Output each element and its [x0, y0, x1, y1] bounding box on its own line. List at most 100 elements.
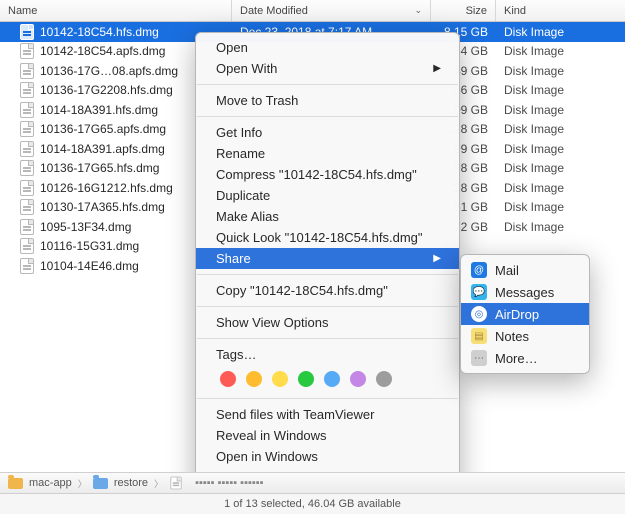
- tag-color-dot[interactable]: [350, 371, 366, 387]
- menu-tags[interactable]: Tags…: [196, 344, 459, 365]
- file-kind: Disk Image: [496, 200, 625, 214]
- menu-open-with[interactable]: Open With▶: [196, 58, 459, 79]
- menu-separator: [197, 306, 458, 307]
- tag-color-dot[interactable]: [298, 371, 314, 387]
- menu-compress[interactable]: Compress "10142-18C54.hfs.dmg": [196, 164, 459, 185]
- column-size[interactable]: Size: [431, 0, 496, 21]
- tag-color-dot[interactable]: [246, 371, 262, 387]
- tag-color-dot[interactable]: [376, 371, 392, 387]
- column-kind-label: Kind: [504, 5, 526, 17]
- file-icon: [20, 141, 34, 157]
- menu-get-info[interactable]: Get Info: [196, 122, 459, 143]
- file-kind: Disk Image: [496, 64, 625, 78]
- file-kind: Disk Image: [496, 103, 625, 117]
- menu-separator: [197, 274, 458, 275]
- menu-reveal-in-windows[interactable]: Reveal in Windows: [196, 425, 459, 446]
- menu-separator: [197, 116, 458, 117]
- mail-icon: @: [471, 262, 487, 278]
- column-name[interactable]: Name: [0, 0, 232, 21]
- menu-duplicate[interactable]: Duplicate: [196, 185, 459, 206]
- column-header: Name Date Modified⌄ Size Kind: [0, 0, 625, 22]
- folder-icon: [93, 478, 108, 489]
- column-kind[interactable]: Kind: [496, 0, 625, 21]
- share-notes[interactable]: ▤Notes: [461, 325, 589, 347]
- menu-teamviewer[interactable]: Send files with TeamViewer: [196, 404, 459, 425]
- file-icon: [20, 180, 34, 196]
- file-icon: [20, 63, 34, 79]
- file-name: 10136-17G…08.apfs.dmg: [40, 64, 178, 78]
- file-icon: [170, 477, 181, 490]
- column-date-label: Date Modified: [240, 5, 308, 17]
- status-text: 1 of 13 selected, 46.04 GB available: [224, 498, 401, 510]
- file-name: 10136-17G65.hfs.dmg: [40, 161, 159, 175]
- file-name: 10130-17A365.hfs.dmg: [40, 200, 165, 214]
- file-name: 1014-18A391.hfs.dmg: [40, 103, 158, 117]
- menu-open[interactable]: Open: [196, 37, 459, 58]
- file-icon: [20, 102, 34, 118]
- path-file-truncated: ▪▪▪▪▪ ▪▪▪▪▪ ▪▪▪▪▪▪: [195, 477, 264, 489]
- file-name: 10142-18C54.apfs.dmg: [40, 44, 165, 58]
- menu-share[interactable]: Share▶: [196, 248, 459, 269]
- file-name: 1095-13F34.dmg: [40, 220, 131, 234]
- status-bar: 1 of 13 selected, 46.04 GB available: [0, 494, 625, 514]
- menu-rename[interactable]: Rename: [196, 143, 459, 164]
- file-kind: Disk Image: [496, 142, 625, 156]
- file-icon: [20, 43, 34, 59]
- file-kind: Disk Image: [496, 122, 625, 136]
- path-folder[interactable]: restore: [114, 477, 148, 489]
- context-menu: Open Open With▶ Move to Trash Get Info R…: [195, 32, 460, 493]
- file-kind: Disk Image: [496, 44, 625, 58]
- tag-color-dot[interactable]: [324, 371, 340, 387]
- file-kind: Disk Image: [496, 83, 625, 97]
- chevron-right-icon: ▶: [433, 63, 441, 74]
- menu-separator: [197, 338, 458, 339]
- file-name: 10104-14E46.dmg: [40, 259, 139, 273]
- menu-open-in-windows[interactable]: Open in Windows: [196, 446, 459, 467]
- file-name: 10136-17G2208.hfs.dmg: [40, 83, 173, 97]
- tag-color-dot[interactable]: [272, 371, 288, 387]
- menu-copy[interactable]: Copy "10142-18C54.hfs.dmg": [196, 280, 459, 301]
- menu-move-to-trash[interactable]: Move to Trash: [196, 90, 459, 111]
- file-name: 10136-17G65.apfs.dmg: [40, 122, 166, 136]
- share-airdrop[interactable]: ◎AirDrop: [461, 303, 589, 325]
- messages-icon: 💬: [471, 284, 487, 300]
- tag-color-row: [196, 365, 459, 393]
- file-icon: [20, 24, 34, 40]
- file-name: 10126-16G1212.hfs.dmg: [40, 181, 173, 195]
- column-name-label: Name: [8, 5, 37, 17]
- file-icon: [20, 219, 34, 235]
- menu-separator: [197, 84, 458, 85]
- file-icon: [20, 121, 34, 137]
- file-name: 10142-18C54.hfs.dmg: [40, 25, 159, 39]
- chevron-right-icon: 〉: [154, 477, 163, 490]
- menu-show-view-options[interactable]: Show View Options: [196, 312, 459, 333]
- menu-separator: [197, 398, 458, 399]
- file-icon: [20, 258, 34, 274]
- path-bar: mac-app 〉 restore 〉 ▪▪▪▪▪ ▪▪▪▪▪ ▪▪▪▪▪▪: [0, 472, 625, 494]
- file-kind: Disk Image: [496, 161, 625, 175]
- share-submenu: @Mail 💬Messages ◎AirDrop ▤Notes ⋯More…: [460, 254, 590, 374]
- chevron-right-icon: 〉: [78, 477, 87, 490]
- file-kind: Disk Image: [496, 181, 625, 195]
- column-date[interactable]: Date Modified⌄: [232, 0, 431, 21]
- path-root[interactable]: mac-app: [29, 477, 72, 489]
- column-size-label: Size: [466, 5, 487, 17]
- more-icon: ⋯: [471, 350, 487, 366]
- menu-make-alias[interactable]: Make Alias: [196, 206, 459, 227]
- share-messages[interactable]: 💬Messages: [461, 281, 589, 303]
- share-more[interactable]: ⋯More…: [461, 347, 589, 369]
- file-name: 1014-18A391.apfs.dmg: [40, 142, 165, 156]
- file-name: 10116-15G31.dmg: [40, 239, 139, 253]
- chevron-right-icon: ▶: [433, 253, 441, 264]
- tag-color-dot[interactable]: [220, 371, 236, 387]
- airdrop-icon: ◎: [471, 306, 487, 322]
- folder-icon: [8, 478, 23, 489]
- file-icon: [20, 199, 34, 215]
- file-kind: Disk Image: [496, 25, 625, 39]
- file-kind: Disk Image: [496, 220, 625, 234]
- file-icon: [20, 238, 34, 254]
- share-mail[interactable]: @Mail: [461, 259, 589, 281]
- notes-icon: ▤: [471, 328, 487, 344]
- menu-quick-look[interactable]: Quick Look "10142-18C54.hfs.dmg": [196, 227, 459, 248]
- file-icon: [20, 82, 34, 98]
